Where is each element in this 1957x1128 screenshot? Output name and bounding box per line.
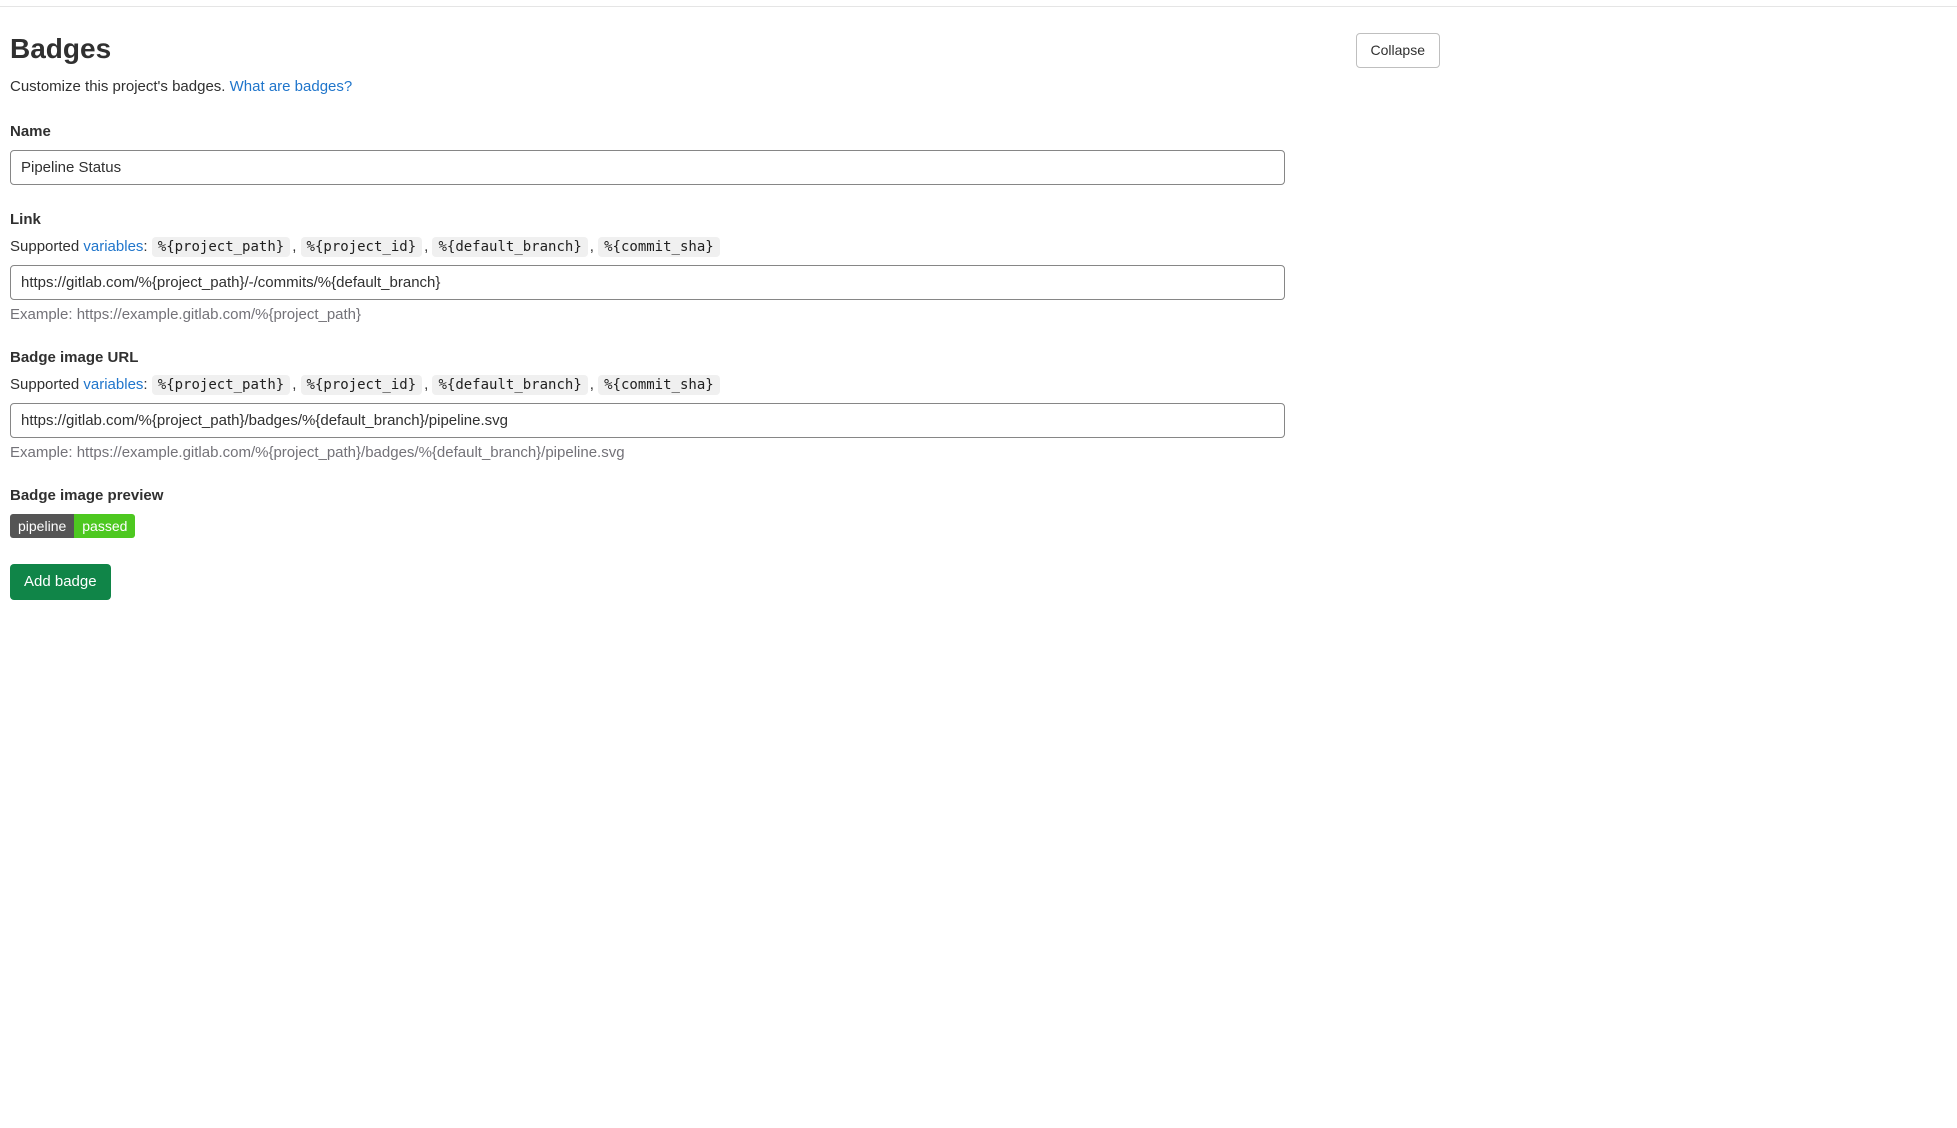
link-supported-variables: Supported variables: %{project_path}, %{…	[10, 238, 1285, 255]
var-project-id: %{project_id}	[301, 237, 423, 257]
badge-preview-right: passed	[74, 514, 135, 538]
var-commit-sha: %{commit_sha}	[598, 237, 720, 257]
section-description: Customize this project's badges. What ar…	[10, 78, 1440, 95]
link-variables-link[interactable]: variables	[83, 238, 143, 255]
section-title: Badges	[10, 33, 111, 65]
var-default-branch: %{default_branch}	[432, 375, 587, 395]
var-project-path: %{project_path}	[152, 237, 290, 257]
description-text: Customize this project's badges.	[10, 78, 230, 95]
var-default-branch: %{default_branch}	[432, 237, 587, 257]
image-url-example: Example: https://example.gitlab.com/%{pr…	[10, 444, 1285, 461]
link-label: Link	[10, 211, 1285, 228]
what-are-badges-link[interactable]: What are badges?	[230, 78, 353, 95]
badge-preview-left: pipeline	[10, 514, 74, 538]
link-example: Example: https://example.gitlab.com/%{pr…	[10, 306, 1285, 323]
collapse-button[interactable]: Collapse	[1356, 33, 1440, 68]
badge-preview: pipeline passed	[10, 514, 135, 538]
preview-label: Badge image preview	[10, 487, 1285, 504]
image-url-variables-link[interactable]: variables	[83, 376, 143, 393]
name-label: Name	[10, 123, 1285, 140]
image-url-supported-variables: Supported variables: %{project_path}, %{…	[10, 376, 1285, 393]
var-project-path: %{project_path}	[152, 375, 290, 395]
link-input[interactable]	[10, 265, 1285, 300]
add-badge-button[interactable]: Add badge	[10, 564, 111, 601]
image-url-label: Badge image URL	[10, 349, 1285, 366]
var-commit-sha: %{commit_sha}	[598, 375, 720, 395]
var-project-id: %{project_id}	[301, 375, 423, 395]
image-url-input[interactable]	[10, 403, 1285, 438]
name-input[interactable]	[10, 150, 1285, 185]
